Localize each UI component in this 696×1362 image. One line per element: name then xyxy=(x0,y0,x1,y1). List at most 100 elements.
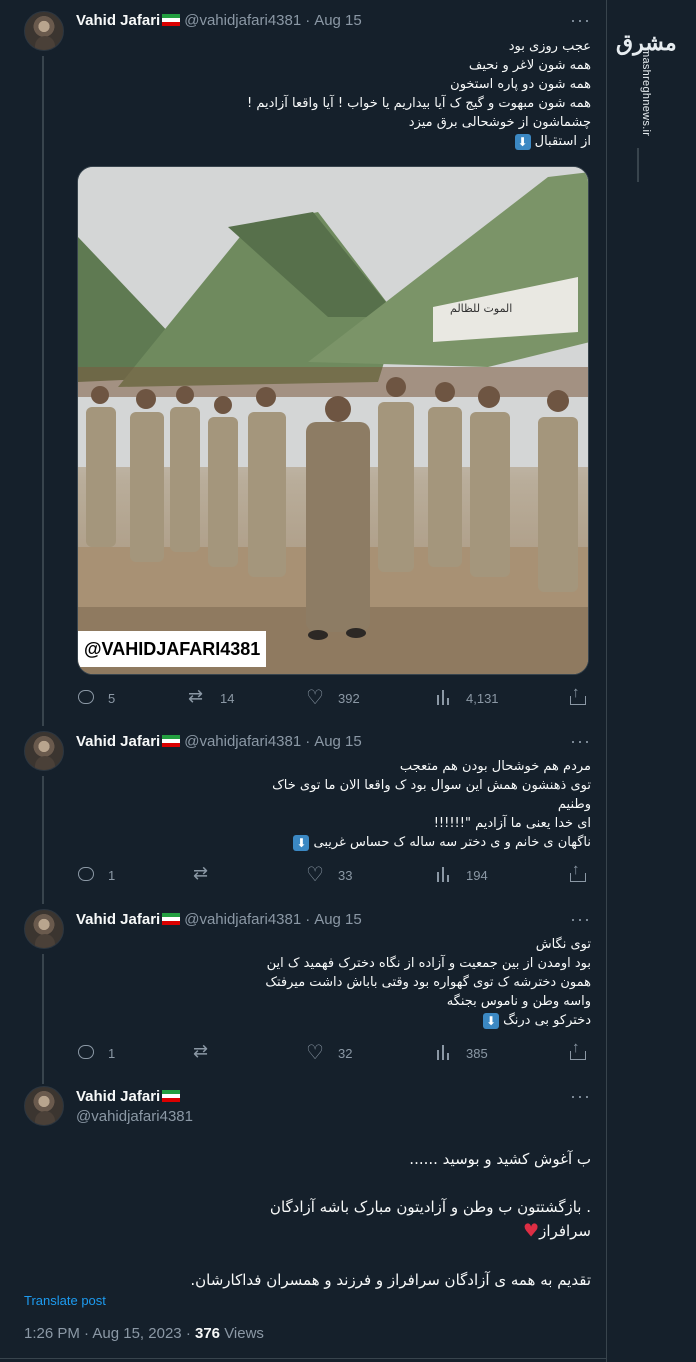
tweet-line: تقدیم به همه ی آزادگان سرافراز و فرزند و… xyxy=(190,1270,591,1289)
tweet-line: واسه وطن و ناموس بجنگه xyxy=(446,994,591,1009)
views-button[interactable]: 385 xyxy=(434,1043,488,1063)
tweet-actions: 1 33 194 xyxy=(76,861,591,887)
avatar[interactable] xyxy=(24,11,64,51)
tweet-text: توی نگاش بود اومدن از بین جمعیت و آزاده … xyxy=(76,935,591,1030)
post-date[interactable]: Aug 15 xyxy=(314,12,362,29)
tweet-line-with-emoji: از استقبال ⬇ xyxy=(76,132,591,151)
tweet-line: ناگهان ی خانم و ی دختر سه ساله ک حساس غر… xyxy=(313,835,591,850)
down-arrow-emoji-icon: ⬇ xyxy=(482,1012,499,1029)
post-date[interactable]: Aug 15 xyxy=(314,733,362,750)
tweet-line: سرافراز xyxy=(539,1222,591,1240)
watermark-site: mashreghnews.ir xyxy=(640,48,652,137)
photo-watermark: @VAHIDJAFARI4381 xyxy=(78,631,267,667)
user-handle[interactable]: @vahidjafari4381 xyxy=(184,12,301,29)
retweet-button[interactable] xyxy=(193,863,225,885)
translate-post-link[interactable]: Translate post xyxy=(24,1293,106,1308)
like-button[interactable]: 33 xyxy=(306,862,353,887)
reply-count: 5 xyxy=(108,690,116,706)
more-options-button[interactable]: ··· xyxy=(570,732,590,755)
thread-connector xyxy=(42,954,44,1084)
views-chart-icon xyxy=(434,688,454,708)
tweet-line: همه شون لاغر و نحیف xyxy=(468,58,591,73)
iran-flag-icon xyxy=(162,14,181,26)
reply-icon xyxy=(76,688,96,708)
avatar[interactable] xyxy=(24,909,64,949)
post-date[interactable]: Aug 15 xyxy=(314,911,362,928)
tweet-line: چشماشون از خوشحالی برق میزد xyxy=(408,115,591,130)
like-button[interactable]: 392 xyxy=(306,685,360,710)
reply-count: 1 xyxy=(108,867,116,883)
tweet-line: همه شون دو پاره استخون xyxy=(450,77,591,92)
separator: · xyxy=(305,910,311,928)
like-count: 33 xyxy=(338,867,353,883)
display-name[interactable]: Vahid Jafari xyxy=(76,12,160,29)
reply-icon xyxy=(76,865,96,885)
views-count: 4,131 xyxy=(466,690,499,706)
watermark-divider xyxy=(637,148,639,182)
views-button[interactable]: 4,131 xyxy=(434,688,499,708)
tweet-line: . بازگشتتون ب وطن و آزادیتون مبارک باشه … xyxy=(269,1198,591,1216)
like-button[interactable]: 32 xyxy=(306,1040,352,1065)
tweet-line: از استقبال xyxy=(534,134,591,149)
post-time[interactable]: 1:26 PM xyxy=(24,1325,80,1342)
retweet-button[interactable] xyxy=(193,1041,225,1063)
tweet-handle-row: @vahidjafari4381 xyxy=(76,1106,193,1126)
views-count: 194 xyxy=(466,867,488,883)
retweet-icon xyxy=(188,686,208,708)
iran-flag-icon xyxy=(162,735,181,747)
tweet-text: مردم هم خوشحال بودن هم متعجب توی ذهنشون … xyxy=(76,757,591,852)
separator: · xyxy=(305,11,311,29)
display-name[interactable]: Vahid Jafari xyxy=(76,733,160,750)
more-options-button[interactable]: ··· xyxy=(570,910,590,933)
retweet-icon xyxy=(193,863,213,885)
views-count: 376 xyxy=(194,1325,221,1342)
tweet-header: Vahid Jafari @vahidjafari4381 · Aug 15 xyxy=(76,909,362,929)
display-name[interactable]: Vahid Jafari xyxy=(76,911,160,928)
tweet-header: Vahid Jafari @vahidjafari4381 · Aug 15 xyxy=(76,10,362,30)
avatar[interactable] xyxy=(24,731,64,771)
views-label: Views xyxy=(224,1325,264,1342)
tweet-line: وطنیم xyxy=(557,797,591,812)
user-handle[interactable]: @vahidjafari4381 xyxy=(184,911,301,928)
share-icon xyxy=(568,684,588,708)
share-button[interactable] xyxy=(568,684,600,708)
share-icon xyxy=(568,1039,588,1063)
share-icon xyxy=(568,861,588,885)
side-strip xyxy=(607,0,696,1362)
post-full-date[interactable]: Aug 15, 2023 xyxy=(92,1325,181,1342)
tweet-line-with-emoji: دخترکو بی درنگ ⬇ xyxy=(76,1011,591,1030)
separator: · xyxy=(305,732,311,750)
user-handle[interactable]: @vahidjafari4381 xyxy=(76,1108,193,1125)
tweet-photo[interactable]: الموت للظالم @VAHIDJAFARI4381 xyxy=(77,166,589,675)
retweet-button[interactable]: 14 xyxy=(188,686,234,708)
tweet-line: عجب روزی بود xyxy=(508,39,591,54)
avatar[interactable] xyxy=(24,1086,64,1126)
share-button[interactable] xyxy=(568,861,600,885)
iran-flag-icon xyxy=(162,913,181,925)
reply-button[interactable]: 1 xyxy=(76,865,115,885)
views-button[interactable]: 194 xyxy=(434,865,488,885)
tweet-line: همه شون مبهوت و گیج ک آیا بیداریم یا خوا… xyxy=(246,96,591,111)
reply-button[interactable]: 5 xyxy=(76,688,115,708)
iran-flag-icon xyxy=(162,1090,181,1102)
heart-icon xyxy=(306,685,326,710)
share-button[interactable] xyxy=(568,1039,600,1063)
tweet-line xyxy=(76,1171,591,1195)
tent-banner-text: الموت للظالم xyxy=(450,302,512,315)
more-options-button[interactable]: ··· xyxy=(570,1087,590,1110)
tweet-line xyxy=(76,1244,591,1268)
tweet-text: ب آغوش کشید و بوسید ...... . بازگشتتون ب… xyxy=(76,1147,591,1292)
tweet-line: ب آغوش کشید و بوسید ...... xyxy=(409,1150,591,1168)
reply-button[interactable]: 1 xyxy=(76,1043,115,1063)
views-chart-icon xyxy=(434,865,454,885)
user-handle[interactable]: @vahidjafari4381 xyxy=(184,733,301,750)
divider xyxy=(0,1358,607,1359)
thread-connector xyxy=(42,56,44,726)
tweet-line: ای خدا یعنی ما آزادیم "!!!!!! xyxy=(433,816,591,831)
thread-connector xyxy=(42,776,44,904)
reply-count: 1 xyxy=(108,1045,116,1061)
separator: · xyxy=(185,1325,195,1342)
more-options-button[interactable]: ··· xyxy=(570,11,590,34)
down-arrow-emoji-icon: ⬇ xyxy=(293,834,310,851)
display-name[interactable]: Vahid Jafari xyxy=(76,1088,160,1105)
